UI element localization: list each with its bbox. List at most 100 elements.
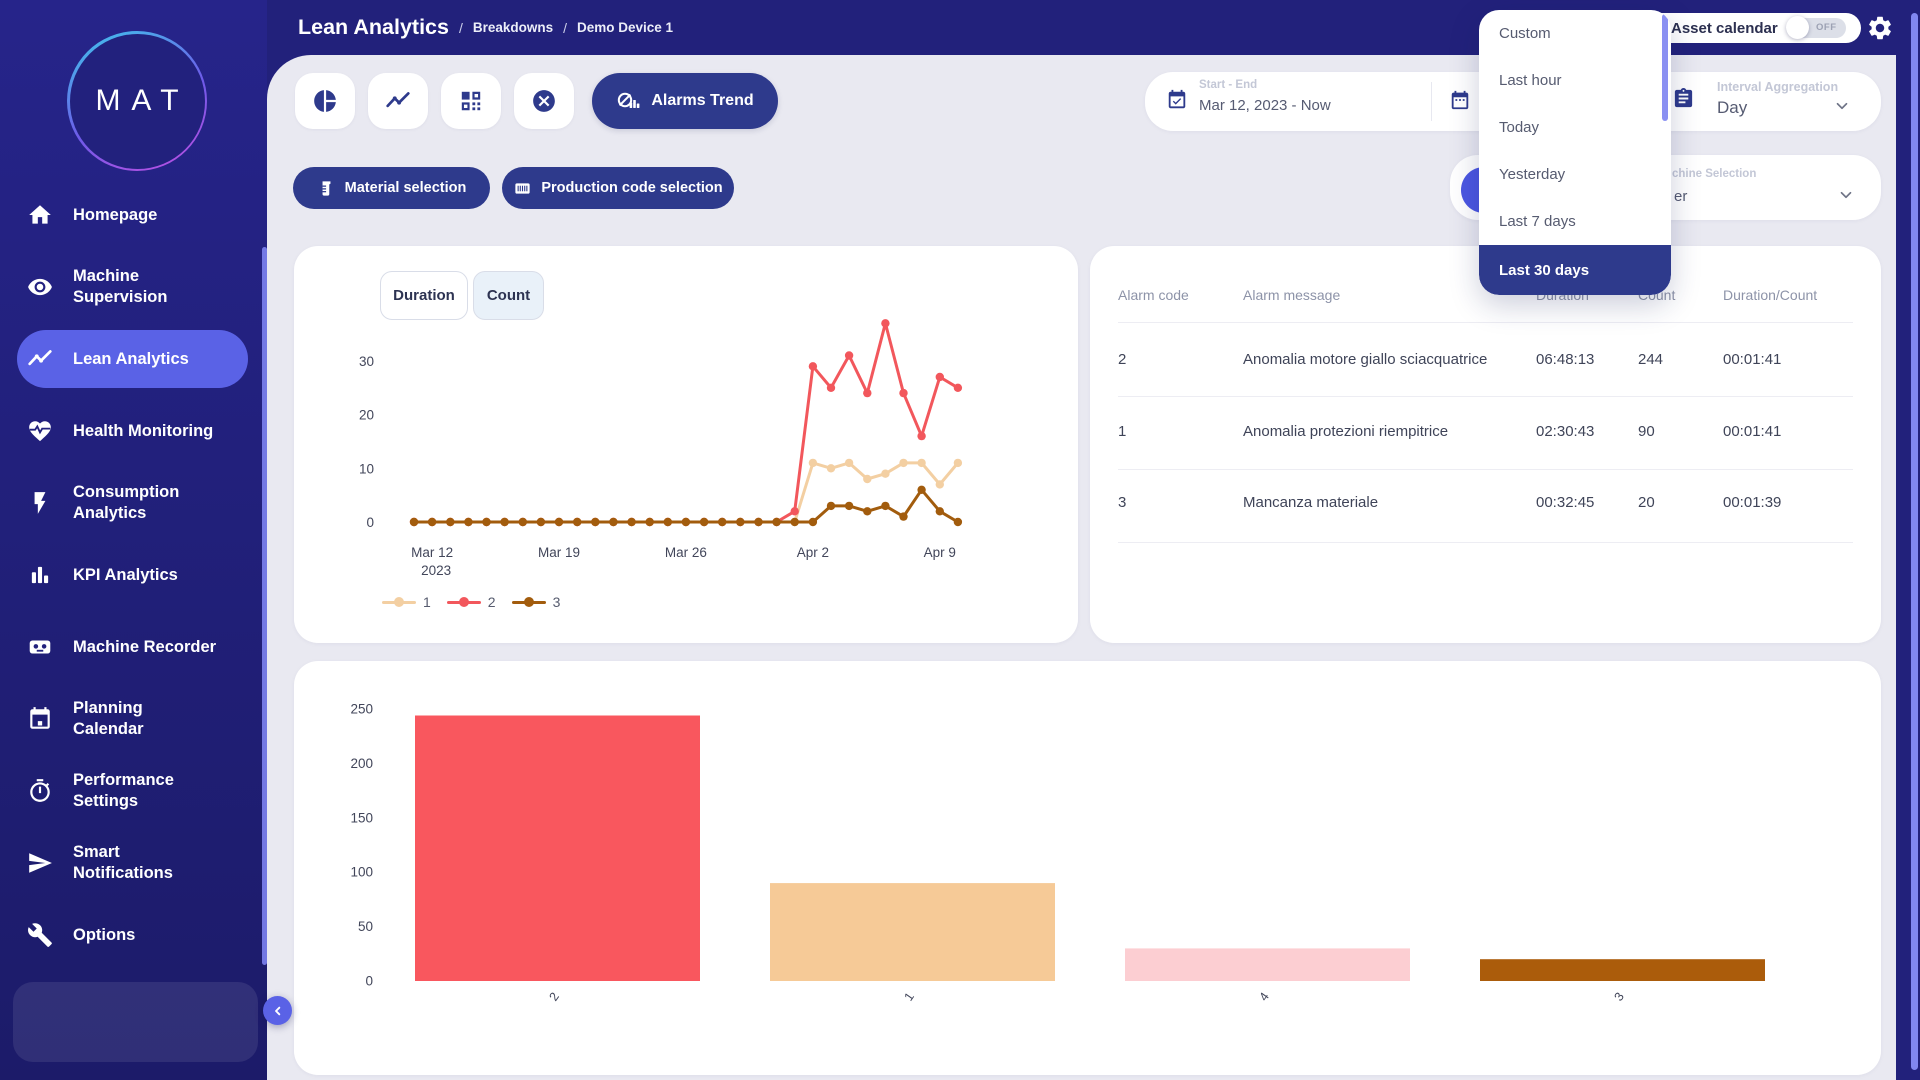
sidebar-item-health-monitoring[interactable]: Health Monitoring — [0, 395, 267, 467]
interval-aggregation-value[interactable]: Day — [1717, 98, 1747, 118]
legend-label: 2 — [488, 594, 496, 610]
sidebar-item-label: KPI Analytics — [73, 565, 178, 586]
dropdown-item-last-hour[interactable]: Last hour — [1479, 57, 1671, 104]
row-divider — [1118, 542, 1853, 543]
device-panel[interactable]: Line Demo Device 1 — [13, 982, 258, 1062]
sidebar-item-label: PlanningCalendar — [73, 698, 144, 740]
breadcrumb-separator: / — [459, 20, 463, 36]
dropdown-item-custom[interactable]: Custom — [1479, 10, 1671, 57]
interval-aggregation-label: Interval Aggregation — [1717, 80, 1838, 94]
duration-count-toggle: DurationCount — [380, 271, 544, 320]
sidebar-item-options[interactable]: Options — [0, 899, 267, 971]
table-cell: 00:01:41 — [1723, 351, 1781, 368]
breadcrumb-item-breakdowns[interactable]: Breakdowns — [473, 20, 553, 35]
count-toggle-button[interactable]: Count — [473, 271, 544, 320]
asset-calendar-toggle[interactable]: OFF — [1786, 18, 1846, 38]
legend-line-icon — [382, 597, 416, 607]
chevron-left-icon — [270, 1003, 286, 1019]
pie-chart-icon — [312, 88, 338, 114]
machine-selection-label: chine Selection — [1672, 168, 1756, 180]
sidebar-item-label: Lean Analytics — [73, 349, 189, 370]
table-header-alarm-message: Alarm message — [1243, 287, 1340, 303]
sidebar-item-label: Homepage — [73, 205, 157, 226]
date-range-value[interactable]: Mar 12, 2023 - Now — [1199, 97, 1331, 114]
heart-pulse-icon — [27, 418, 53, 444]
chevron-down-icon[interactable] — [1833, 97, 1851, 115]
alarm-table-card: Alarm codeAlarm messageDurationCountDura… — [1090, 246, 1881, 643]
legend-item-series-2[interactable]: 2 — [447, 594, 496, 610]
trend-line-icon — [385, 88, 411, 114]
table-cell: 00:32:45 — [1536, 494, 1594, 511]
date-range-label: Start - End — [1199, 79, 1257, 91]
table-cell: Mancanza materiale — [1243, 494, 1378, 511]
sidebar-item-label: ConsumptionAnalytics — [73, 482, 179, 524]
sidebar-item-machine-supervision[interactable]: MachineSupervision — [0, 251, 267, 323]
table-cell: Anomalia protezioni riempitrice — [1243, 423, 1448, 440]
asset-calendar-pill: Asset calendar OFF — [1645, 13, 1861, 43]
kpi-bars-icon — [27, 562, 53, 588]
dropdown-item-last-30-days[interactable]: Last 30 days — [1479, 245, 1671, 295]
recorder-icon — [27, 634, 53, 660]
send-icon — [27, 850, 53, 876]
toggle-knob-icon — [1786, 16, 1809, 39]
sidebar-item-consumption-analytics[interactable]: ConsumptionAnalytics — [0, 467, 267, 539]
production-code-selection-button[interactable]: Production code selection — [502, 167, 734, 209]
gear-icon[interactable] — [1866, 14, 1894, 42]
sidebar-item-performance-settings[interactable]: PerformanceSettings — [0, 755, 267, 827]
material-selection-button[interactable]: Material selection — [293, 167, 490, 209]
trend-line-icon — [27, 346, 53, 372]
breadcrumb-separator: / — [563, 20, 567, 36]
grid-view-button[interactable] — [441, 73, 501, 129]
table-header-alarm-code: Alarm code — [1118, 287, 1189, 303]
page-scrollbar[interactable] — [1911, 13, 1918, 1070]
stopwatch-icon — [27, 778, 53, 804]
duration-toggle-button[interactable]: Duration — [380, 271, 468, 320]
legend-item-series-3[interactable]: 3 — [512, 594, 561, 610]
sidebar-collapse-button[interactable] — [263, 996, 292, 1025]
qr-grid-icon — [458, 88, 484, 114]
table-cell: 3 — [1118, 494, 1126, 511]
breadcrumb-item-device[interactable]: Demo Device 1 — [577, 20, 673, 35]
sidebar-item-label: MachineSupervision — [73, 266, 167, 308]
field-divider — [1431, 82, 1432, 121]
row-divider — [1118, 322, 1853, 323]
line-chart-view-button[interactable] — [368, 73, 428, 129]
dropdown-item-yesterday[interactable]: Yesterday — [1479, 151, 1671, 198]
legend-label: 3 — [553, 594, 561, 610]
alarm-trend-icon — [616, 89, 641, 113]
sidebar-scrollbar[interactable] — [262, 247, 267, 965]
table-cell: 1 — [1118, 423, 1126, 440]
calendar-check-icon[interactable] — [1166, 89, 1188, 111]
pie-chart-view-button[interactable] — [295, 73, 355, 129]
sidebar-item-planning-calendar[interactable]: PlanningCalendar — [0, 683, 267, 755]
sidebar: MAT Homepage MachineSupervision Lean Analy… — [0, 0, 267, 1080]
legend-line-icon — [512, 597, 546, 607]
close-view-button[interactable] — [514, 73, 574, 129]
dropdown-scrollbar[interactable] — [1662, 14, 1668, 121]
legend-item-series-1[interactable]: 1 — [382, 594, 431, 610]
sidebar-item-label: Machine Recorder — [73, 637, 216, 658]
table-cell: 02:30:43 — [1536, 423, 1594, 440]
sidebar-item-machine-recorder[interactable]: Machine Recorder — [0, 611, 267, 683]
material-selection-label: Material selection — [345, 180, 467, 196]
view-buttons — [295, 73, 574, 129]
table-cell: 00:01:41 — [1723, 423, 1781, 440]
dropdown-item-today[interactable]: Today — [1479, 104, 1671, 151]
table-cell: 06:48:13 — [1536, 351, 1594, 368]
chevron-down-icon[interactable] — [1837, 186, 1855, 204]
page-title: Lean Analytics — [298, 15, 449, 40]
table-cell: 00:01:39 — [1723, 494, 1781, 511]
alarms-trend-button[interactable]: Alarms Trend — [592, 73, 778, 129]
row-divider — [1118, 396, 1853, 397]
row-divider — [1118, 469, 1853, 470]
sidebar-item-label: PerformanceSettings — [73, 770, 174, 812]
close-circle-icon — [531, 88, 557, 114]
calendar-range-icon[interactable] — [1449, 89, 1471, 111]
sidebar-item-lean-analytics[interactable]: Lean Analytics — [0, 323, 267, 395]
sidebar-item-smart-notifications[interactable]: SmartNotifications — [0, 827, 267, 899]
sidebar-item-kpi-analytics[interactable]: KPI Analytics — [0, 539, 267, 611]
dropdown-item-last-7-days[interactable]: Last 7 days — [1479, 198, 1671, 245]
machine-selection-value: er — [1674, 188, 1687, 205]
mat-logo: MAT — [67, 31, 207, 171]
sidebar-item-homepage[interactable]: Homepage — [0, 179, 267, 251]
